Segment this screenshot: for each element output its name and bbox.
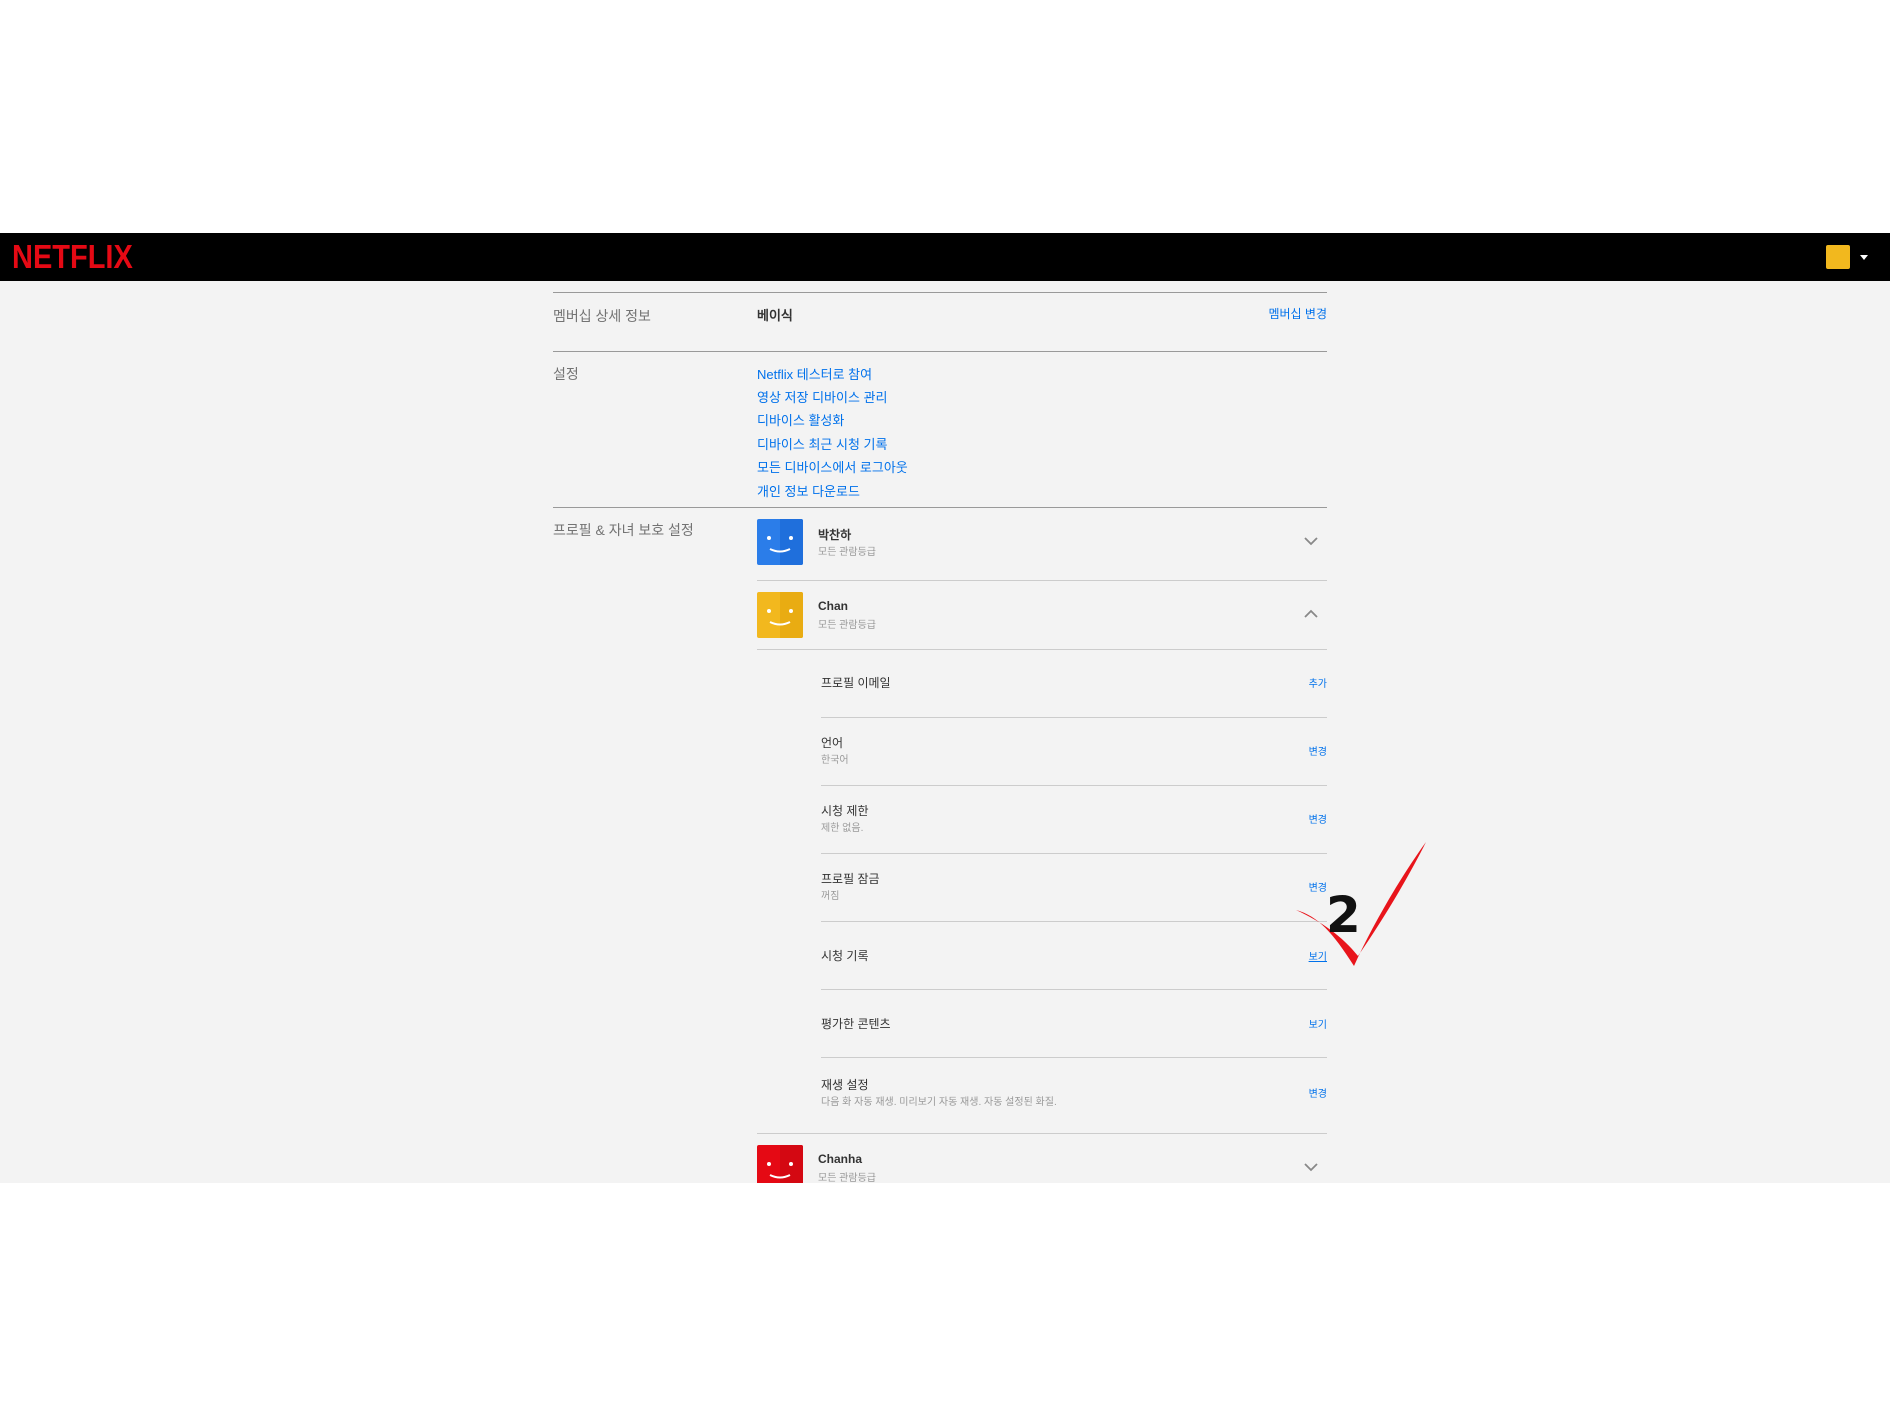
profile-name: 박찬하 <box>818 528 852 542</box>
divider <box>757 1133 1327 1134</box>
annotation-number: 2 <box>1326 886 1361 944</box>
change-language-link[interactable]: 변경 <box>1309 743 1327 758</box>
avatar-yellow-icon <box>1826 245 1850 269</box>
profile-rating: 모든 관람등급 <box>818 547 876 558</box>
detail-title: 프로필 잠금 <box>821 872 880 886</box>
plan-name: 베이식 <box>757 308 793 323</box>
divider <box>821 921 1327 922</box>
settings-label: 설정 <box>553 366 579 382</box>
download-personal-info-link[interactable]: 개인 정보 다운로드 <box>757 481 860 500</box>
checkmark-icon <box>1296 842 1426 966</box>
profile-menu[interactable] <box>1826 245 1868 271</box>
profile-rating: 모든 관람등급 <box>818 1173 876 1183</box>
divider <box>821 785 1327 786</box>
detail-title: 언어 <box>821 736 844 750</box>
sign-out-all-devices-link[interactable]: 모든 디바이스에서 로그아웃 <box>757 457 908 476</box>
detail-title: 평가한 콘텐츠 <box>821 1017 891 1031</box>
profile-avatar-red-icon <box>757 1145 803 1183</box>
test-participation-link[interactable]: Netflix 테스터로 참여 <box>757 364 872 383</box>
profiles-label: 프로필 & 자녀 보호 설정 <box>553 522 694 538</box>
profile-name: Chanha <box>818 1152 863 1166</box>
change-plan-link[interactable]: 멤버십 변경 <box>1245 305 1327 322</box>
divider <box>757 649 1327 650</box>
divider <box>553 292 1327 293</box>
profile-avatar-yellow-icon <box>757 592 803 638</box>
profile-row-parkchanha[interactable]: 박찬하 모든 관람등급 <box>757 519 1327 565</box>
divider <box>821 717 1327 718</box>
profile-row-chanha[interactable]: Chanha 모든 관람등급 <box>757 1145 1327 1183</box>
detail-title: 재생 설정 <box>821 1078 869 1092</box>
top-nav-bar: NETFLIX <box>0 233 1890 281</box>
annotation-checkmark: 2 <box>1288 838 1458 978</box>
chevron-down-icon[interactable] <box>1303 533 1319 549</box>
detail-value: 꺼짐 <box>821 891 840 902</box>
manage-download-devices-link[interactable]: 영상 저장 디바이스 관리 <box>757 387 887 406</box>
detail-value: 제한 없음. <box>821 823 864 834</box>
membership-label: 멤버십 상세 정보 <box>553 308 651 324</box>
divider <box>757 580 1327 581</box>
caret-down-icon <box>1860 255 1868 260</box>
profile-name: Chan <box>818 599 848 613</box>
profile-rating: 모든 관람등급 <box>818 620 876 631</box>
divider <box>821 989 1327 990</box>
activate-device-link[interactable]: 디바이스 활성화 <box>757 410 844 429</box>
change-restrictions-link[interactable]: 변경 <box>1309 811 1327 826</box>
divider <box>553 507 1327 508</box>
profile-row-chan[interactable]: Chan 모든 관람등급 <box>757 592 1327 638</box>
netflix-logo[interactable]: NETFLIX <box>12 239 133 277</box>
detail-value: 한국어 <box>821 755 849 766</box>
divider <box>553 351 1327 352</box>
detail-value: 다음 화 자동 재생. 미리보기 자동 재생. 자동 설정된 화질. <box>821 1097 1057 1108</box>
netflix-account-page: NETFLIX 멤버십 상세 정보 베이식 멤버십 변경 설정 Netflix … <box>0 233 1890 1183</box>
chevron-up-icon[interactable] <box>1303 606 1319 622</box>
chevron-down-icon[interactable] <box>1303 1159 1319 1175</box>
view-ratings-link[interactable]: 보기 <box>1309 1016 1327 1031</box>
detail-title: 시청 기록 <box>821 949 869 963</box>
detail-title: 시청 제한 <box>821 804 869 818</box>
change-playback-link[interactable]: 변경 <box>1309 1085 1327 1100</box>
divider <box>821 853 1327 854</box>
divider <box>821 1057 1327 1058</box>
recent-device-streaming-link[interactable]: 디바이스 최근 시청 기록 <box>757 434 887 453</box>
profile-avatar-blue-icon <box>757 519 803 565</box>
detail-title: 프로필 이메일 <box>821 676 891 690</box>
add-email-link[interactable]: 추가 <box>1309 675 1327 690</box>
